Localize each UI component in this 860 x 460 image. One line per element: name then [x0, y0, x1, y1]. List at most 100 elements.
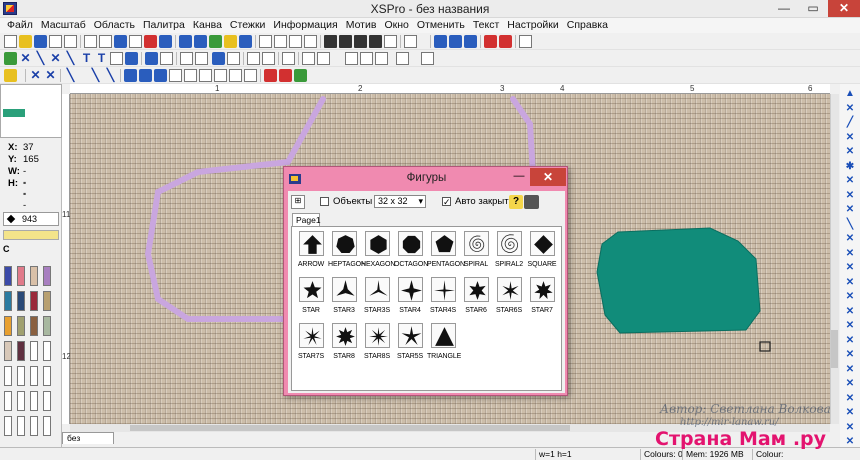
shape-item[interactable]: HEXAGON: [361, 231, 395, 268]
help-icon[interactable]: ?: [509, 195, 523, 209]
stitch-type-icon[interactable]: ✕: [843, 436, 857, 447]
spiral2-shape-icon[interactable]: [496, 231, 522, 256]
star8s-shape-icon[interactable]: [364, 323, 390, 348]
layer-icon[interactable]: [360, 52, 373, 65]
stitch-type-icon[interactable]: ▲: [843, 88, 857, 99]
cut-icon[interactable]: [144, 35, 157, 48]
eraser-icon[interactable]: [184, 69, 197, 82]
star6s-shape-icon[interactable]: [496, 277, 522, 302]
stitch-quarter-icon[interactable]: [354, 35, 367, 48]
shape-item[interactable]: STAR8: [328, 323, 360, 360]
mirror-h-icon[interactable]: [247, 52, 260, 65]
palette-swatch[interactable]: [30, 266, 38, 286]
shape-item[interactable]: SQUARE: [526, 231, 558, 268]
shape-item[interactable]: STAR3S: [361, 277, 393, 314]
dialog-minimize-button[interactable]: —: [511, 170, 527, 182]
bead-icon[interactable]: [124, 69, 137, 82]
palette-swatch[interactable]: [17, 341, 25, 361]
shape-item[interactable]: SPIRAL2: [493, 231, 525, 268]
star4-shape-icon[interactable]: [397, 277, 423, 302]
auto-close-checkbox[interactable]: ✓: [442, 197, 451, 207]
triangle-shape-icon[interactable]: [430, 323, 456, 348]
save-icon[interactable]: [34, 35, 47, 48]
menu-item[interactable]: Настройки: [503, 18, 563, 33]
star7s-shape-icon[interactable]: [298, 323, 324, 348]
stitch-type-icon[interactable]: ✕: [843, 335, 857, 346]
shape-item[interactable]: SPIRAL: [460, 231, 492, 268]
palette-swatch[interactable]: [43, 391, 51, 411]
pentagon-shape-icon[interactable]: [430, 231, 456, 256]
undo-drop-icon[interactable]: [195, 52, 208, 65]
crop-icon[interactable]: [345, 52, 358, 65]
star8-shape-icon[interactable]: [331, 323, 357, 348]
star5s-shape-icon[interactable]: [397, 323, 423, 348]
vertical-scroll-thumb[interactable]: [831, 330, 838, 368]
shape-item[interactable]: ARROW: [295, 231, 327, 268]
palette-swatch[interactable]: [30, 366, 38, 386]
palette-swatch[interactable]: [43, 341, 51, 361]
palette-swatch[interactable]: [4, 341, 12, 361]
needle-icon[interactable]: [499, 35, 512, 48]
maximize-button[interactable]: ▭: [799, 0, 827, 17]
camera-icon[interactable]: [524, 195, 539, 209]
arc-3-icon[interactable]: [244, 69, 257, 82]
star7-shape-icon[interactable]: [529, 277, 555, 302]
menu-item[interactable]: Справка: [563, 18, 612, 33]
line-red-icon[interactable]: [264, 69, 277, 82]
palette-swatch[interactable]: [4, 416, 12, 436]
horizontal-scroll-thumb[interactable]: [130, 425, 570, 431]
preview-icon[interactable]: [64, 35, 77, 48]
fill-icon[interactable]: [209, 35, 222, 48]
arc-icon[interactable]: [214, 69, 227, 82]
zoom-fit-icon[interactable]: [179, 35, 192, 48]
line-stitch-2-icon[interactable]: ╲: [104, 69, 117, 82]
stitch-type-icon[interactable]: ✕: [843, 233, 857, 244]
palette-swatch[interactable]: [4, 266, 12, 286]
stitch-type-icon[interactable]: ✕: [843, 349, 857, 360]
octagon-shape-icon[interactable]: [397, 231, 423, 256]
half-cross-icon[interactable]: ╲: [34, 52, 47, 65]
objects-checkbox[interactable]: [320, 197, 329, 206]
palette-swatch[interactable]: [17, 366, 25, 386]
pen-icon[interactable]: [464, 35, 477, 48]
current-color-code[interactable]: 943: [3, 212, 59, 226]
heptagon-shape-icon[interactable]: [331, 231, 357, 256]
palette-swatch[interactable]: [30, 341, 38, 361]
stitch-type-icon[interactable]: ✕: [843, 306, 857, 317]
menu-item[interactable]: Файл: [3, 18, 37, 33]
stitch-mode-2-icon[interactable]: [421, 52, 434, 65]
star6-shape-icon[interactable]: [463, 277, 489, 302]
quarter-cross-icon[interactable]: ✕: [49, 52, 62, 65]
palette-swatch[interactable]: [17, 266, 25, 286]
palette-swatch[interactable]: [30, 416, 38, 436]
full-stitch-2-icon[interactable]: ✕: [44, 69, 57, 82]
symbol-tool-icon[interactable]: [160, 52, 173, 65]
stitch-type-icon[interactable]: ✕: [843, 190, 857, 201]
shape-item[interactable]: STAR: [295, 277, 327, 314]
menu-item[interactable]: Область: [90, 18, 139, 33]
menu-item[interactable]: Канва: [189, 18, 226, 33]
french-knot-icon[interactable]: [139, 69, 152, 82]
menu-item[interactable]: Текст: [469, 18, 503, 33]
palette-swatch[interactable]: [4, 316, 12, 336]
palette-swatch[interactable]: [30, 291, 38, 311]
palette-swatch[interactable]: [43, 316, 51, 336]
stitch-type-icon[interactable]: ╱: [843, 117, 857, 128]
vertical-scrollbar[interactable]: [830, 94, 839, 424]
spiral-shape-icon[interactable]: [463, 231, 489, 256]
open-file-icon[interactable]: [19, 35, 32, 48]
palette-swatch[interactable]: [43, 266, 51, 286]
stitch-type-icon[interactable]: ✱: [843, 161, 857, 172]
view-icon[interactable]: [239, 35, 252, 48]
shape-item[interactable]: STAR8S: [361, 323, 393, 360]
curve-icon[interactable]: [199, 69, 212, 82]
square-shape-icon[interactable]: [529, 231, 555, 256]
palette-swatch[interactable]: [17, 291, 25, 311]
shape-item[interactable]: STAR5S: [394, 323, 426, 360]
view-empty-icon[interactable]: [304, 35, 317, 48]
stitch-type-icon[interactable]: ✕: [843, 291, 857, 302]
close-button[interactable]: ✕: [828, 0, 860, 17]
round-bead-icon[interactable]: [154, 69, 167, 82]
view-cross-icon[interactable]: [259, 35, 272, 48]
shape-item[interactable]: STAR6S: [493, 277, 525, 314]
